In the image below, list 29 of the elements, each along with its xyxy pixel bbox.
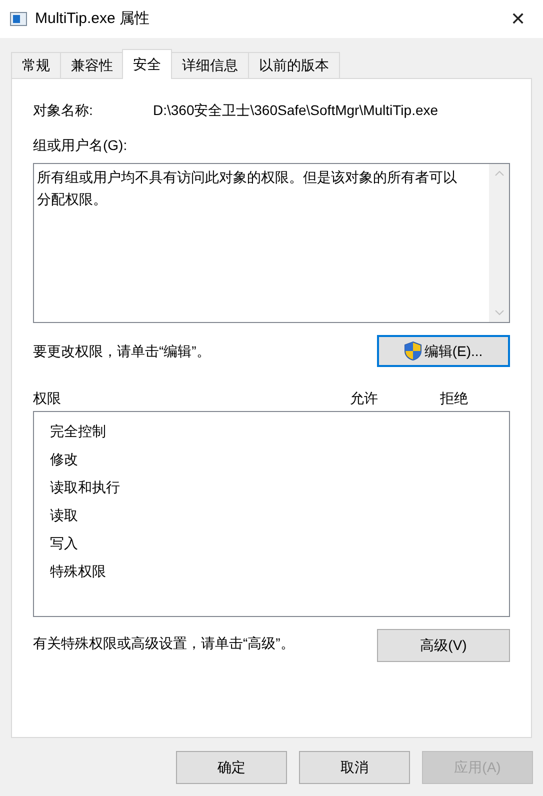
window-title: MultiTip.exe 属性 (35, 8, 150, 29)
dialog-button[interactable]: 确定 (176, 751, 287, 784)
object-path: D:\360安全卫士\360Safe\SoftMgr\MultiTip.exe (153, 100, 438, 120)
column-header: 权限 (33, 388, 62, 408)
advanced-button[interactable]: 高级(V) (377, 629, 510, 662)
groups-label: 组或用户名(G): (33, 136, 128, 155)
column-header: 拒绝 (440, 388, 469, 408)
scrollbar[interactable] (489, 164, 509, 322)
object-name-label: 对象名称: (33, 100, 94, 120)
scroll-down-icon[interactable] (494, 310, 504, 316)
permission-name: 读取 (50, 506, 79, 525)
permission-name: 完全控制 (50, 422, 107, 441)
column-header: 允许 (350, 388, 379, 408)
tab[interactable]: 常规 (11, 52, 61, 78)
tab[interactable]: 以前的版本 (248, 52, 340, 78)
permission-name: 读取和执行 (50, 478, 121, 497)
tab[interactable]: 安全 (122, 49, 172, 79)
groups-message: 所有组或用户均不具有访问此对象的权限。但是该对象的所有者可以分配权限。 (36, 168, 458, 209)
permission-name: 修改 (50, 450, 79, 469)
shield-icon (404, 341, 422, 361)
dialog-button[interactable]: 取消 (299, 751, 410, 784)
advanced-hint: 有关特殊权限或高级设置，请单击“高级”。 (33, 634, 294, 653)
window-icon (10, 12, 27, 26)
edit-button[interactable]: 编辑(E)... (377, 335, 510, 367)
permission-name: 特殊权限 (50, 562, 107, 581)
permission-name: 写入 (50, 534, 79, 553)
edit-hint: 要更改权限，请单击“编辑”。 (33, 342, 210, 360)
scroll-up-icon[interactable] (494, 170, 504, 176)
close-button[interactable]: ✕ (503, 4, 533, 34)
